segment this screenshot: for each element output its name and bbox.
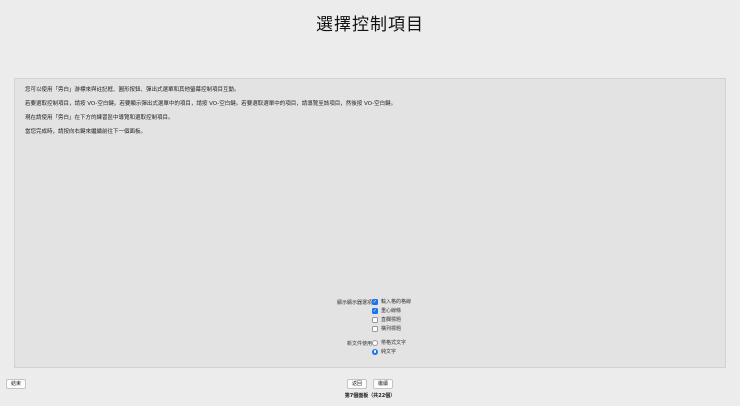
instruction-paragraph: 若要選取控制項目，請按 VO-空白鍵。若要顯示彈出式選單中的項目，請按 VO-空… <box>25 101 397 107</box>
end-button[interactable]: 結束 <box>6 379 27 389</box>
panel-counter: 第7個面板（共22個） <box>344 393 396 399</box>
instruction-paragraph: 您可以使用「旁白」游標來與註記框、圓形按鈕、彈出式選單和其他螢幕控制項目互動。 <box>25 87 240 93</box>
checkbox-label: 橫列標題 <box>381 326 402 332</box>
page-title: 選擇控制項目 <box>316 15 424 35</box>
checkbox-checked-icon[interactable]: ✓ <box>372 307 378 314</box>
checkbox-label: 重心線條 <box>381 308 402 314</box>
checkbox-checked-icon[interactable]: ✓ <box>372 298 378 305</box>
checkbox-gridlines[interactable]: ✓ 輸入格的格線 <box>372 298 411 305</box>
practice-panel: 您可以使用「旁白」游標來與註記框、圓形按鈕、彈出式選單和其他螢幕控制項目互動。 … <box>14 78 726 368</box>
radio-plain-text[interactable]: 純文字 <box>372 348 396 355</box>
instruction-paragraph: 當您完成時，請按向右鍵來繼續前往下一個面板。 <box>25 129 147 135</box>
display-options-label: 顯示顯示器選項： <box>336 300 377 306</box>
checkbox-label: 直欄標題 <box>381 317 402 323</box>
radio-label: 帶格式文字 <box>381 340 407 346</box>
checkbox-column-headers[interactable]: 直欄標題 <box>372 316 401 323</box>
instruction-paragraph: 現在請使用「旁白」在下方的練習區中導覽和選取控制項目。 <box>25 115 174 121</box>
continue-button[interactable]: 繼續 <box>373 379 394 389</box>
radio-rich-text[interactable]: 帶格式文字 <box>372 339 406 346</box>
checkbox-unchecked-icon[interactable] <box>372 325 378 332</box>
checkbox-unchecked-icon[interactable] <box>372 316 378 323</box>
back-button[interactable]: 返回 <box>347 379 368 389</box>
radio-unselected-icon[interactable] <box>372 339 378 346</box>
checkbox-centerlines[interactable]: ✓ 重心線條 <box>372 307 401 314</box>
checkbox-row-headers[interactable]: 橫列標題 <box>372 325 401 332</box>
checkbox-label: 輸入格的格線 <box>381 299 412 305</box>
radio-selected-icon[interactable] <box>372 348 378 355</box>
radio-label: 純文字 <box>381 349 397 355</box>
